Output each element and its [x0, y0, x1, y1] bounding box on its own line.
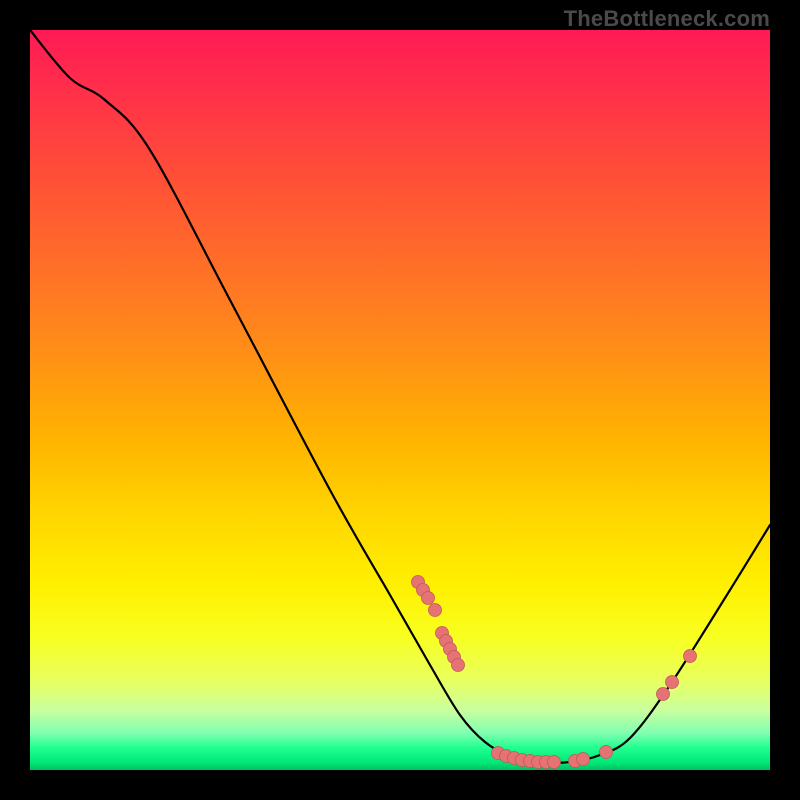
watermark-text: TheBottleneck.com: [564, 6, 770, 32]
bottleneck-curve: [30, 30, 770, 763]
data-marker: [657, 688, 670, 701]
data-marker: [429, 604, 442, 617]
data-marker: [684, 650, 697, 663]
data-marker: [452, 659, 465, 672]
data-marker: [422, 592, 435, 605]
data-marker: [577, 753, 590, 766]
data-marker: [548, 756, 561, 769]
data-marker: [600, 746, 613, 759]
plot-area: [30, 30, 770, 770]
data-marker: [666, 676, 679, 689]
chart-frame: TheBottleneck.com: [0, 0, 800, 800]
curve-svg: [30, 30, 770, 770]
markers-group: [412, 576, 697, 769]
